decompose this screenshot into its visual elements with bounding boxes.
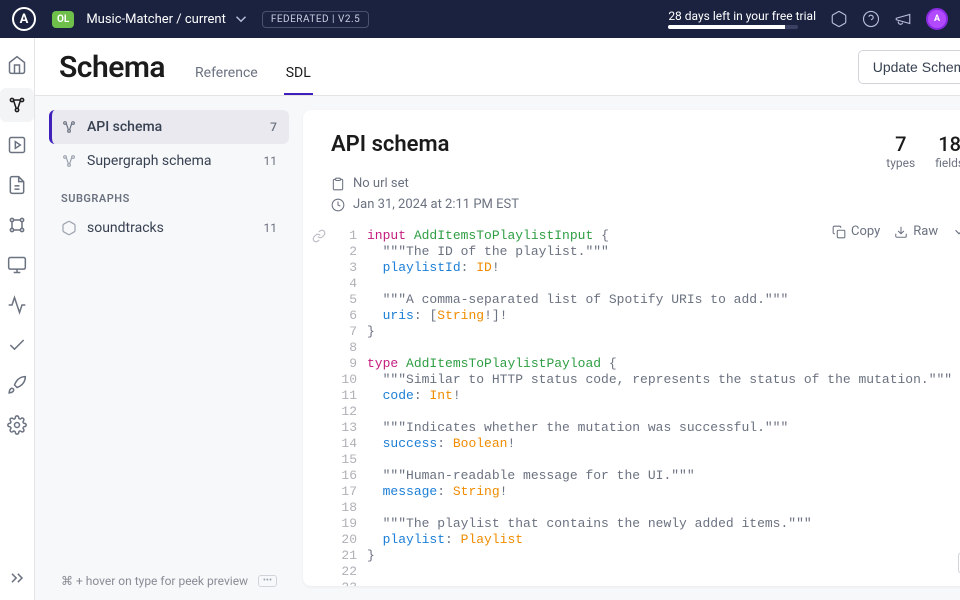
stat-types-label: types [886,156,915,170]
detail-title: API schema [331,132,449,157]
federation-badge: FEDERATED | V2.5 [262,11,369,28]
line-gutter: 1234567891011121314151617181920212223 [335,228,367,580]
stat-types-num: 7 [886,132,915,156]
breadcrumb-text: Music-Matcher / current [86,12,226,27]
megaphone-icon[interactable] [894,10,912,28]
topbar: A OL Music-Matcher / current FEDERATED |… [0,0,960,38]
trial-text: 28 days left in your free trial [668,9,816,23]
sidebar-item-supergraph-schema[interactable]: Supergraph schema 11 [49,144,289,178]
clock-icon [331,198,345,212]
help-icon[interactable] [862,10,880,28]
graph-icon [61,119,77,135]
code-editor[interactable]: 1234567891011121314151617181920212223 in… [303,222,960,586]
sidebar-item-soundtracks[interactable]: soundtracks 11 [49,211,289,245]
left-nav [0,38,35,600]
schema-detail-panel: API schema 7 types 18 fields [303,110,960,586]
page-header: Schema Reference SDL Update Schema [35,38,960,96]
subgraphs-heading: SUBGRAPHS [49,178,289,211]
sidebar-item-api-schema[interactable]: API schema 7 [49,110,289,144]
stat-fields-label: fields [935,156,960,170]
sidebar-item-label: Supergraph schema [87,153,212,169]
nav-collapse[interactable] [0,566,34,600]
peek-preview-hint: ⌘ + hover on type for peek preview ••• [49,562,289,600]
breadcrumb[interactable]: Music-Matcher / current [86,10,250,28]
nav-clients[interactable] [0,248,34,282]
kbd-badge: ••• [258,575,277,587]
apollo-logo[interactable]: A [12,7,36,31]
nav-checks[interactable] [0,328,34,362]
sidebar-item-count: 11 [264,221,278,235]
nav-changelog[interactable] [0,168,34,202]
org-badge[interactable]: OL [52,11,74,28]
nav-variants[interactable] [0,208,34,242]
sidebar-item-label: API schema [87,119,162,135]
update-schema-button[interactable]: Update Schema [858,50,960,84]
sidebar-item-count: 7 [270,120,277,134]
nav-insights[interactable] [0,288,34,322]
link-icon[interactable] [312,229,326,243]
tab-sdl[interactable]: SDL [284,53,313,95]
avatar[interactable]: A [926,8,948,30]
box-icon[interactable] [830,10,848,28]
nav-explorer[interactable] [0,128,34,162]
sidebar-item-count: 11 [264,154,278,168]
nav-schema[interactable] [0,88,34,122]
trial-status[interactable]: 28 days left in your free trial [668,9,816,29]
stat-fields-num: 18 [935,132,960,156]
code-body[interactable]: input AddItemsToPlaylistInput { """The I… [367,228,960,580]
nav-launches[interactable] [0,368,34,402]
no-url-text: No url set [353,176,409,191]
nav-settings[interactable] [0,408,34,442]
schema-list-panel: API schema 7 Supergraph schema 11 SUBGRA… [35,96,303,600]
tab-reference[interactable]: Reference [193,53,260,95]
nav-home[interactable] [0,48,34,82]
page-title: Schema [59,50,165,85]
sidebar-item-label: soundtracks [87,220,164,236]
timestamp-text: Jan 31, 2024 at 2:11 PM EST [353,197,519,212]
tabs: Reference SDL [193,53,313,95]
clipboard-icon [331,177,345,191]
graph-icon [61,153,77,169]
trial-progress-bar [668,25,798,29]
chevron-down-icon [232,10,250,28]
schema-stats: 7 types 18 fields [886,132,960,170]
cube-icon [61,220,77,236]
